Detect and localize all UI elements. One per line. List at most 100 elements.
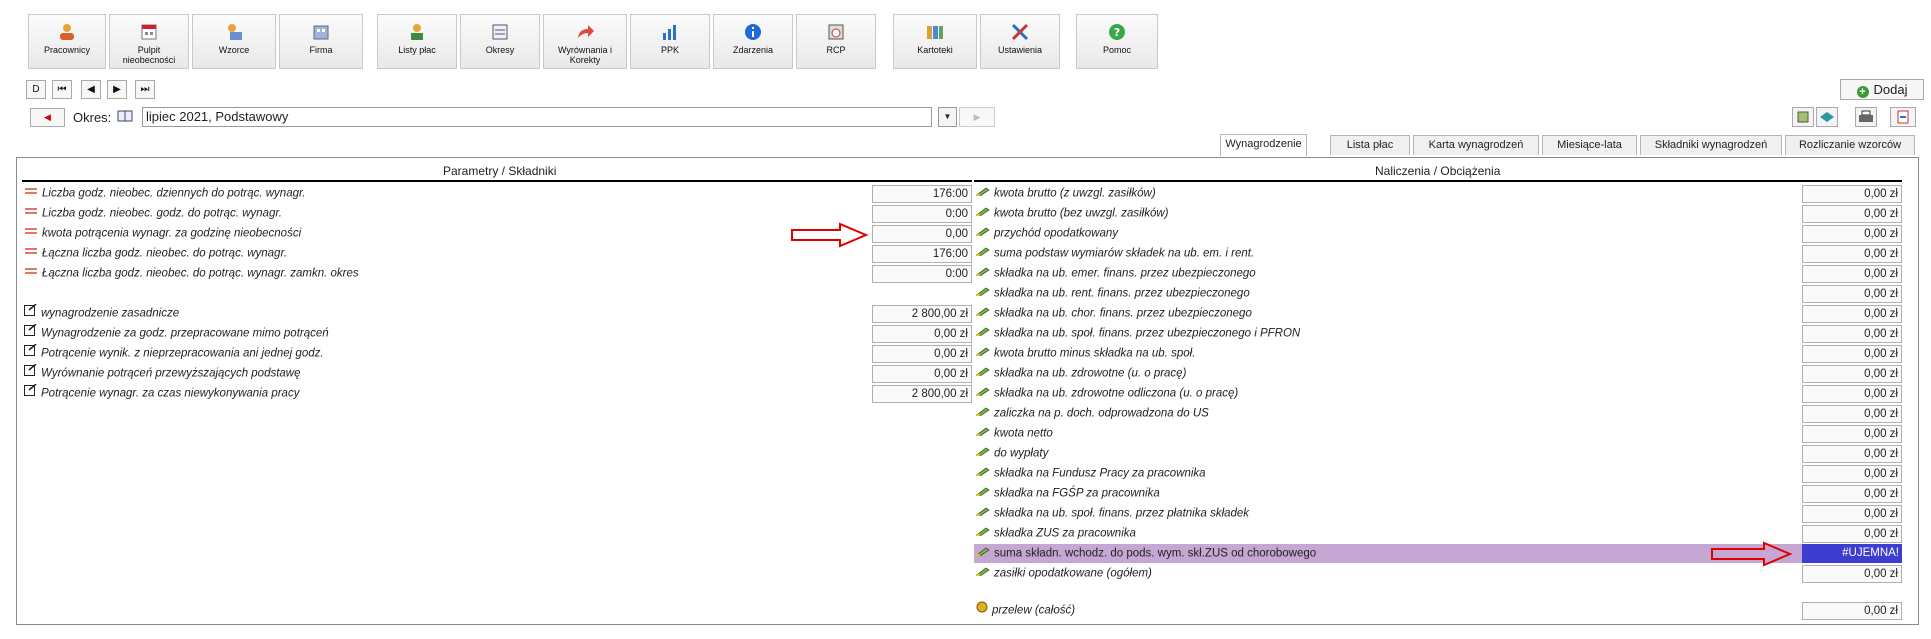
tab-skladniki-wynagrodzen[interactable]: Składniki wynagrodzeń [1640, 135, 1782, 155]
right-row[interactable]: składka na ub. emer. finans. przez ubezp… [976, 264, 1256, 283]
nav-last-button[interactable]: ⏭ [135, 80, 155, 99]
toolbar-button-kartoteki[interactable]: Kartoteki [893, 14, 977, 69]
right-row[interactable]: suma podstaw wymiarów składek na ub. em.… [976, 244, 1254, 263]
transfer-value: 0,00 zł [1802, 602, 1902, 620]
toolbar-button-wyrownania[interactable]: Wyrównania i Korekty [543, 14, 627, 69]
toolbar-label: Okresy [485, 45, 515, 55]
pencil-icon [976, 544, 990, 563]
right-row[interactable]: zaliczka na p. doch. odprowadzona do US [976, 404, 1209, 423]
right-row[interactable]: składka na ub. społ. finans. przez płatn… [976, 504, 1249, 523]
toolbar-button-ustawienia[interactable]: Ustawienia [980, 14, 1060, 69]
right-row[interactable]: zasiłki opodatkowane (ogółem) [976, 564, 1152, 583]
right-row[interactable]: składka na FGŚP za pracownika [976, 484, 1160, 503]
right-row[interactable]: składka na ub. zdrowotne (u. o pracę) [976, 364, 1186, 383]
tab-wynagrodzenie[interactable]: Wynagrodzenie [1220, 134, 1307, 156]
toolbar-button-okresy[interactable]: Okresy [460, 14, 540, 69]
right-row-label: składka na ub. emer. finans. przez ubezp… [994, 267, 1256, 280]
toolbar-label: RCP [826, 45, 846, 55]
right-row[interactable]: składka na Fundusz Pracy za pracownika [976, 464, 1206, 483]
left-row[interactable]: kwota potrącenia wynagr. za godzinę nieo… [24, 224, 301, 243]
okres-next-button[interactable]: ▶ [959, 107, 995, 127]
nav-prev-button[interactable]: ◀ [81, 80, 101, 99]
tab-rozliczanie-wzorcow[interactable]: Rozliczanie wzorców [1785, 135, 1915, 155]
pencil-icon [976, 324, 990, 343]
left-row[interactable]: Liczba godz. nieobec. dziennych do potrą… [24, 184, 306, 203]
right-row-label: kwota brutto (bez uwzgl. zasiłków) [994, 207, 1169, 220]
toolbar-label: Pulpit nieobecności [122, 45, 176, 65]
toolbar-button-pracownicy[interactable]: Pracownicy [28, 14, 106, 69]
nav-first-d-button[interactable]: D [26, 80, 46, 99]
left-row-value: 0,00 zł [872, 345, 972, 363]
left-row[interactable]: wynagrodzenie zasadnicze [24, 303, 179, 323]
nav-next-button[interactable]: ▶ [107, 80, 127, 99]
add-button[interactable]: + Dodaj [1840, 79, 1924, 100]
toolbar-label: Wzorce [218, 45, 250, 55]
toolbar-button-firma[interactable]: Firma [279, 14, 363, 69]
tab-karta-wynagrodzen[interactable]: Karta wynagrodzeń [1413, 135, 1539, 155]
right-row-value: 0,00 zł [1802, 285, 1902, 303]
right-row-label: składka na ub. społ. finans. przez ubezp… [994, 327, 1301, 340]
printer-icon[interactable] [1855, 107, 1877, 127]
right-row-label: suma składn. wchodz. do pods. wym. skł.Z… [994, 547, 1317, 560]
toolbar-button-pomoc[interactable]: ? Pomoc [1076, 14, 1158, 69]
left-row-label: Liczba godz. nieobec. godz. do potrąc. w… [42, 207, 282, 220]
right-row-value: 0,00 zł [1802, 325, 1902, 343]
toolbar-button-zdarzenia[interactable]: Zdarzenia [713, 14, 793, 69]
toolbar-button-wzorce[interactable]: Wzorce [192, 14, 276, 69]
right-row[interactable]: kwota brutto (z uwzgl. zasiłków) [976, 184, 1156, 203]
left-row-value: 176:00 [872, 185, 972, 203]
left-row[interactable]: Wyrównanie potrąceń przewyższających pod… [24, 363, 301, 383]
left-column-header: Parametry / Składniki [443, 164, 557, 178]
right-row[interactable]: składka na ub. chor. finans. przez ubezp… [976, 304, 1252, 323]
red-arrow-right-annotation [1711, 541, 1793, 567]
toolbar-button-listy-plac[interactable]: Listy płac [377, 14, 457, 69]
right-row[interactable]: składka ZUS za pracownika [976, 524, 1136, 543]
left-row[interactable]: Potrącenie wynik. z nieprzepracowania an… [24, 343, 324, 363]
left-row-value: 2 800,00 zł [872, 385, 972, 403]
transfer-row[interactable]: przelew (całość) [976, 601, 1075, 620]
right-row[interactable]: do wypłaty [976, 444, 1048, 463]
pencil-icon [976, 504, 990, 523]
toolbar-label: PPK [660, 45, 679, 55]
left-row-value: 0:00 [872, 265, 972, 283]
right-row-value: 0,00 zł [1802, 385, 1902, 403]
chevron-down-icon[interactable]: ▼ [938, 107, 957, 127]
left-row-label: Łączna liczba godz. nieobec. do potrąc. … [42, 247, 288, 260]
export-icon[interactable] [1890, 107, 1916, 127]
tab-lista-plac[interactable]: Lista płac [1330, 135, 1410, 155]
right-row[interactable]: kwota netto [976, 424, 1053, 443]
okres-prev-button[interactable]: ◀ [30, 108, 65, 127]
periods-icon [492, 24, 508, 40]
toolbar-button-pulpit[interactable]: Pulpit nieobecności [109, 14, 189, 69]
payroll-icon [411, 24, 423, 40]
pencil-icon [976, 184, 990, 203]
right-row[interactable]: składka na ub. społ. finans. przez ubezp… [976, 324, 1300, 343]
right-row[interactable]: składka na ub. zdrowotne odliczona (u. o… [976, 384, 1238, 403]
grid-icon[interactable] [1792, 107, 1814, 127]
company-icon [313, 25, 329, 40]
left-row[interactable]: Łączna liczba godz. nieobec. do potrąc. … [24, 264, 359, 283]
left-row[interactable]: Liczba godz. nieobec. godz. do potrąc. w… [24, 204, 282, 223]
right-row[interactable]: składka na ub. rent. finans. przez ubezp… [976, 284, 1250, 303]
right-row-label: zasiłki opodatkowane (ogółem) [994, 567, 1152, 580]
right-row-label: suma podstaw wymiarów składek na ub. em.… [994, 247, 1255, 260]
left-row-value: 0,00 zł [872, 325, 972, 343]
toolbar-button-ppk[interactable]: PPK [630, 14, 710, 69]
right-row-value: 0,00 zł [1802, 205, 1902, 223]
right-row[interactable]: przychód opodatkowany [976, 224, 1118, 243]
highlighted-row[interactable]: suma składn. wchodz. do pods. wym. skł.Z… [976, 544, 1316, 563]
okres-select[interactable]: lipiec 2021, Podstawowy [142, 107, 932, 127]
left-row[interactable]: Łączna liczba godz. nieobec. do potrąc. … [24, 244, 287, 263]
book-open-icon[interactable] [1816, 107, 1838, 127]
toolbar-button-rcp[interactable]: RCP [796, 14, 876, 69]
nav-first-button[interactable]: ⏮ [52, 80, 72, 99]
left-row[interactable]: Potrącenie wynagr. za czas niewykonywani… [24, 383, 299, 403]
tab-miesiace-lata[interactable]: Miesiące-lata [1542, 135, 1637, 155]
left-row[interactable]: Wynagrodzenie za godz. przepracowane mim… [24, 323, 329, 343]
param-icon [24, 264, 38, 283]
toolbar-label: Ustawienia [997, 45, 1043, 55]
right-row[interactable]: kwota brutto (bez uwzgl. zasiłków) [976, 204, 1168, 223]
right-row[interactable]: kwota brutto minus składka na ub. społ. [976, 344, 1195, 363]
param-icon [24, 204, 38, 223]
right-row-label: do wypłaty [994, 447, 1049, 460]
